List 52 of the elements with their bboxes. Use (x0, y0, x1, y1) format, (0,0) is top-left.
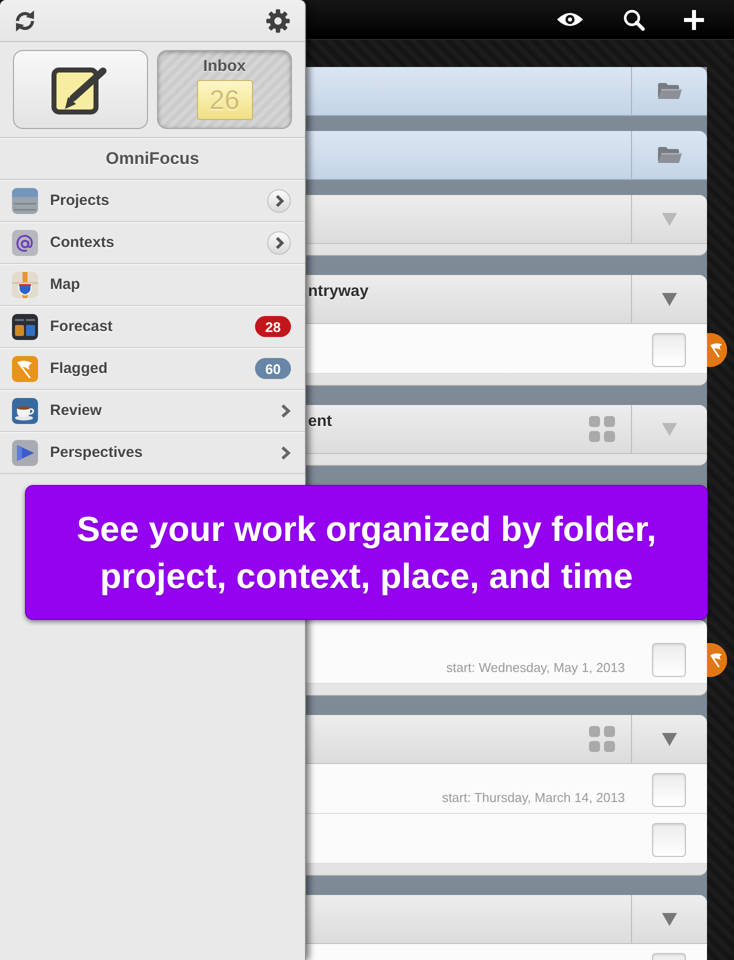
project-header[interactable] (306, 195, 707, 244)
coffee-cup-icon (12, 398, 38, 424)
project-header[interactable] (306, 715, 707, 764)
chevron-icon[interactable] (281, 404, 291, 418)
folder-icon[interactable] (658, 147, 682, 163)
disclosure-triangle-icon[interactable] (662, 212, 677, 226)
banner-caption: See your work organized by folder, project, context, place, and time (76, 508, 658, 598)
at-sign-icon (12, 230, 38, 256)
disclosure-triangle-icon[interactable] (662, 292, 677, 306)
project-header[interactable]: ntryway (306, 275, 707, 324)
disclosure-triangle-icon[interactable] (662, 422, 677, 436)
project-title: ntryway (307, 283, 368, 301)
chevron-circle-icon[interactable] (267, 188, 291, 212)
sidebar-item[interactable]: Review (0, 390, 305, 432)
folder-row[interactable] (306, 67, 707, 116)
inbox-button[interactable]: Inbox 26 (157, 50, 292, 129)
sidebar-item[interactable]: Projects (0, 180, 305, 222)
new-item-button[interactable] (13, 50, 148, 129)
flag-tile-icon (12, 356, 38, 382)
chevron-icon[interactable] (281, 446, 291, 460)
project-header[interactable]: ent (306, 405, 707, 454)
project-title: ent (307, 413, 332, 431)
sidebar-title: OmniFocus (0, 138, 305, 180)
checkbox[interactable] (652, 823, 686, 857)
chevron-circle-icon[interactable] (267, 230, 291, 254)
disclosure-triangle-icon[interactable] (662, 732, 677, 746)
search-icon[interactable] (623, 8, 645, 30)
start-date: start: Wednesday, May 1, 2013 (446, 660, 625, 675)
project-header[interactable] (306, 895, 707, 944)
sidebar-item[interactable]: Map (0, 264, 305, 306)
sidebar-item[interactable]: Flagged 60 (0, 348, 305, 390)
folder-row[interactable] (306, 131, 707, 180)
checkbox[interactable] (652, 773, 686, 807)
count-badge: 60 (255, 358, 291, 379)
sync-icon[interactable] (13, 8, 37, 32)
count-badge: 28 (255, 316, 291, 337)
sidebar-item[interactable]: Contexts (0, 222, 305, 264)
prism-icon (12, 440, 38, 466)
checkbox[interactable] (652, 333, 686, 367)
sidebar-item[interactable]: Forecast 28 (0, 306, 305, 348)
checkbox[interactable] (652, 643, 686, 677)
add-icon[interactable] (684, 10, 704, 30)
filing-box-icon (12, 188, 38, 214)
sidebar-item[interactable]: Perspectives (0, 432, 305, 474)
settings-icon[interactable] (266, 8, 290, 32)
folder-icon[interactable] (658, 83, 682, 99)
inbox-count-badge: 26 (196, 80, 252, 120)
road-sign-map-icon (12, 272, 38, 298)
calendar-tiles-icon (12, 314, 38, 340)
disclosure-triangle-icon[interactable] (662, 912, 677, 926)
eye-icon[interactable] (556, 12, 584, 27)
start-date: start: Thursday, March 14, 2013 (442, 790, 625, 805)
